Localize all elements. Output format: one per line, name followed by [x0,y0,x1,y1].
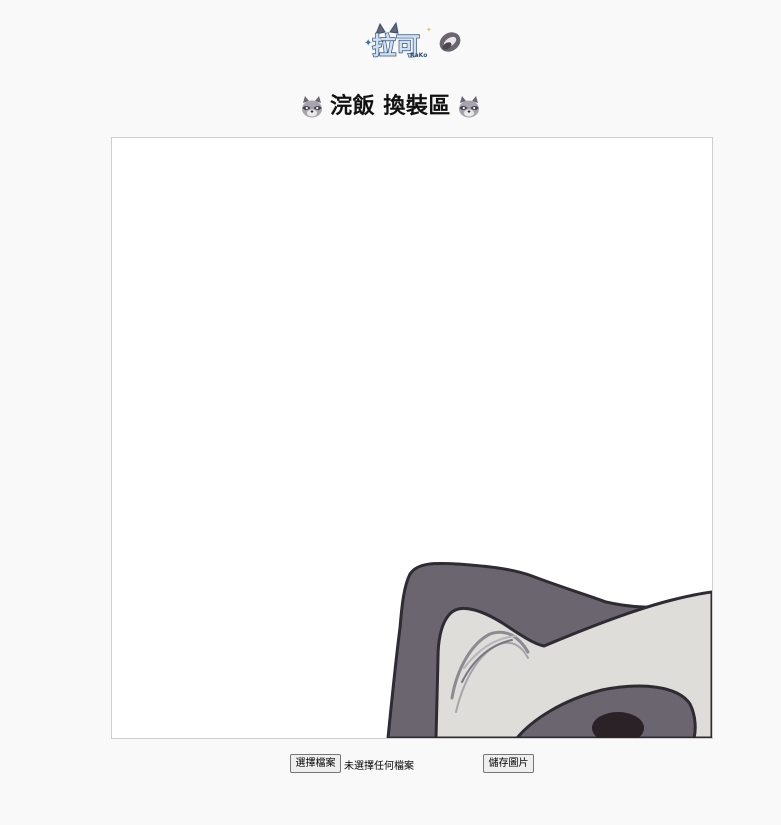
avatar-editor-canvas[interactable] [111,137,713,739]
page-title-row: 浣飯 換裝區 [0,88,781,126]
raccoon-ear-artwork [386,561,712,738]
raccoon-icon [458,96,479,118]
raccoon-icon [302,96,323,118]
controls-bar: 選擇檔案 未選擇任何檔案 儲存圖片 [0,754,781,776]
logo-graphic: ✦ ✦ 拉可 RaKo [364,21,461,61]
svg-text:✦: ✦ [426,26,432,34]
logo-tail-icon [439,32,461,52]
save-image-button[interactable]: 儲存圖片 [483,754,534,773]
logo-subtext: RaKo [410,52,427,59]
page-title: 浣飯 換裝區 [330,94,451,119]
logo: ✦ ✦ 拉可 RaKo [362,20,466,62]
choose-file-button[interactable]: 選擇檔案 [290,754,341,773]
file-status-text: 未選擇任何檔案 [344,761,414,772]
page: ✦ ✦ 拉可 RaKo 浣飯 換裝區 選擇檔案 未選擇任何檔案 儲存圖片 [0,0,781,825]
